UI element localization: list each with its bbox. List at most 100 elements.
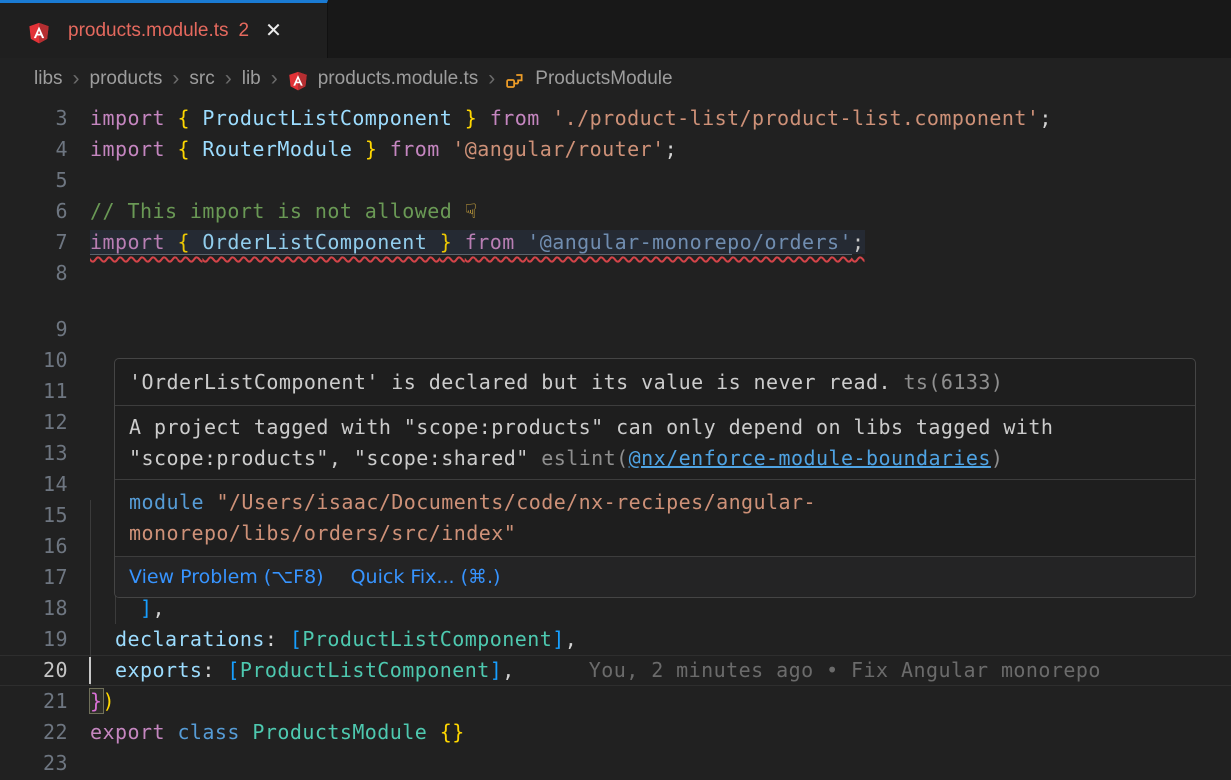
breadcrumb-item-file[interactable]: products.module.ts	[318, 68, 479, 90]
line-number[interactable]: 3	[0, 103, 68, 134]
line-number[interactable]: 21	[0, 686, 68, 717]
hover-text-line: module "/Users/isaac/Documents/code/nx-r…	[129, 487, 1181, 518]
tab-title: products.module.ts	[68, 20, 229, 42]
code-token: {}	[440, 720, 465, 744]
line-number[interactable]: 14	[0, 469, 68, 500]
hover-text-line: 'OrderListComponent' is declared but its…	[129, 367, 1181, 398]
error-squiggle-span: import { OrderListComponent } from '@ang…	[90, 230, 865, 254]
line-number[interactable]: 13	[0, 438, 68, 469]
hover-text: )	[991, 446, 1004, 470]
code-token: // This import is not allowed	[90, 199, 465, 223]
line-number[interactable]: 15	[0, 500, 68, 531]
code-line-content[interactable]: // This import is not allowed ☟	[90, 196, 477, 227]
line-number[interactable]: 16	[0, 531, 68, 562]
view-zone-spacer	[0, 289, 1231, 314]
code-token: exports	[115, 658, 202, 682]
line-number[interactable]: 22	[0, 717, 68, 748]
chevron-right-icon: ›	[271, 67, 278, 91]
hover-text-line: "scope:products", "scope:shared" eslint(…	[129, 443, 1181, 474]
code-line-content[interactable]: import { RouterModule } from '@angular/r…	[90, 134, 677, 165]
angular-icon	[28, 22, 50, 44]
hover-text-line: A project tagged with "scope:products" c…	[129, 412, 1181, 443]
hover-status-bar: View Problem (⌥F8) Quick Fix... (⌘.)	[115, 557, 1195, 597]
chevron-right-icon: ›	[73, 67, 80, 91]
breadcrumb: libs › products › src › lib › products.m…	[0, 58, 1231, 100]
hover-text: ts(6133)	[891, 370, 1003, 394]
line-number[interactable]: 5	[0, 165, 68, 196]
code-line: 4 import { RouterModule } from '@angular/…	[0, 134, 1231, 165]
code-token: :	[202, 658, 227, 682]
code-token: {	[177, 137, 202, 161]
line-number[interactable]: 8	[0, 258, 68, 289]
line-number[interactable]: 11	[0, 376, 68, 407]
code-token: ]	[140, 596, 153, 620]
code-token: ProductListComponent	[302, 627, 552, 651]
chevron-right-icon: ›	[225, 67, 232, 91]
line-number[interactable]: 10	[0, 345, 68, 376]
code-token: import	[90, 106, 177, 130]
hover-text: A project tagged with "scope:products" c…	[129, 415, 1053, 439]
code-line: 3 import { ProductListComponent } from '.…	[0, 103, 1231, 134]
line-number[interactable]: 20	[0, 655, 68, 686]
breadcrumb-item-src[interactable]: src	[189, 68, 214, 90]
hover-section: 'OrderListComponent' is declared but its…	[115, 359, 1195, 406]
code-token: }	[465, 106, 490, 130]
line-number[interactable]: 12	[0, 407, 68, 438]
hover-section: A project tagged with "scope:products" c…	[115, 406, 1195, 480]
line-number[interactable]: 23	[0, 748, 68, 779]
code-token: }	[440, 230, 465, 255]
code-line: 5	[0, 165, 1231, 196]
code-token: ,	[152, 596, 165, 620]
code-editor[interactable]: 3 import { ProductListComponent } from '.…	[0, 100, 1231, 780]
code-token: './product-list/product-list.component'	[552, 106, 1039, 130]
quick-fix-action[interactable]: Quick Fix... (⌘.)	[351, 566, 501, 588]
chevron-right-icon: ›	[488, 67, 495, 91]
code-token: import	[90, 137, 177, 161]
symbol-class-icon	[505, 71, 525, 91]
code-token: declarations	[115, 627, 265, 651]
code-line-content[interactable]: })	[90, 686, 115, 717]
view-problem-action[interactable]: View Problem (⌥F8)	[129, 566, 324, 588]
hover-section: module "/Users/isaac/Documents/code/nx-r…	[115, 480, 1195, 557]
code-token: ☟	[465, 199, 478, 223]
tab-error-count-badge: 2	[239, 20, 250, 42]
tab-close-icon[interactable]: ✕	[265, 18, 282, 43]
line-number[interactable]: 19	[0, 624, 68, 655]
code-line-content[interactable]: import { ProductListComponent } from './…	[90, 103, 1052, 134]
code-token: ]	[552, 627, 565, 651]
code-line-content[interactable]: export class ProductsModule {}	[90, 717, 465, 748]
code-token: from	[490, 106, 552, 130]
code-token: export	[90, 720, 177, 744]
breadcrumb-item-symbol[interactable]: ProductsModule	[535, 68, 672, 90]
code-token: ;	[665, 137, 678, 161]
tab-products-module[interactable]: products.module.ts 2 ✕	[0, 0, 328, 58]
line-number[interactable]: 18	[0, 593, 68, 624]
code-token: ]	[490, 658, 503, 682]
line-number[interactable]: 4	[0, 134, 68, 165]
code-token: ,	[502, 658, 515, 682]
hover-text: "/Users/isaac/Documents/code/nx-recipes/…	[216, 490, 816, 514]
code-line: 6 // This import is not allowed ☟	[0, 196, 1231, 227]
code-line: 8	[0, 258, 1231, 289]
code-line-content[interactable]: import { OrderListComponent } from '@ang…	[90, 227, 865, 258]
code-line-content[interactable]: declarations: [ProductListComponent],	[90, 624, 577, 655]
code-token: OrderListComponent	[202, 230, 439, 255]
code-token: import	[90, 230, 177, 255]
code-line-content[interactable]: exports: [ProductListComponent],You, 2 m…	[90, 655, 1101, 686]
code-token: ;	[1039, 106, 1052, 130]
hover-text: monorepo/libs/orders/src/index"	[129, 521, 516, 545]
code-token: '@angular-monorepo/orders'	[527, 230, 852, 255]
code-token: ProductListComponent	[240, 658, 490, 682]
breadcrumb-item-products[interactable]: products	[90, 68, 163, 90]
eslint-rule-link[interactable]: @nx/enforce-module-boundaries	[629, 446, 991, 470]
breadcrumb-item-libs[interactable]: libs	[34, 68, 63, 90]
breadcrumb-item-lib[interactable]: lib	[242, 68, 261, 90]
hover-text: "scope:products", "scope:shared"	[129, 446, 541, 470]
line-number[interactable]: 17	[0, 562, 68, 593]
line-number[interactable]: 7	[0, 227, 68, 258]
code-token: )	[103, 689, 116, 713]
line-number[interactable]: 9	[0, 314, 68, 345]
code-line: 20 exports: [ProductListComponent],You, …	[0, 655, 1231, 686]
code-token: ,	[565, 627, 578, 651]
line-number[interactable]: 6	[0, 196, 68, 227]
